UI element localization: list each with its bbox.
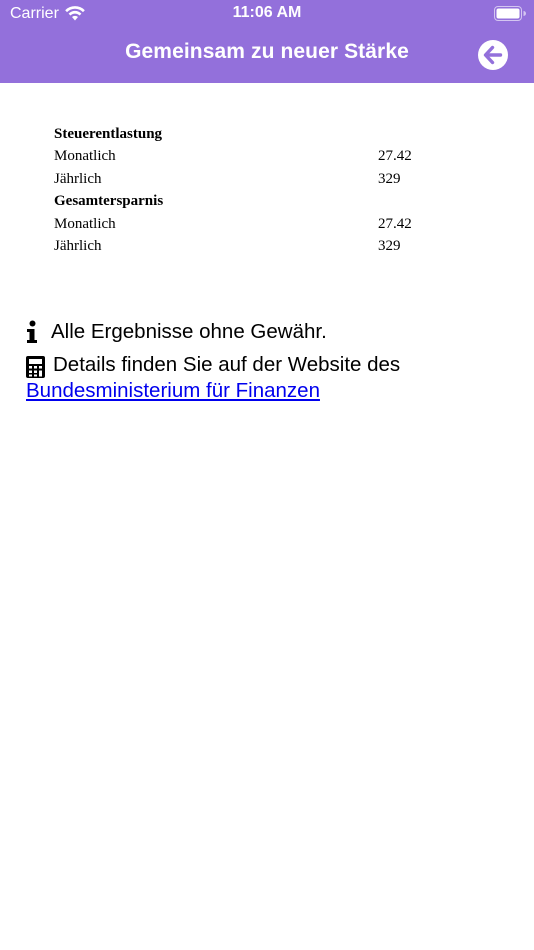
section-title: Gesamtersparnis	[54, 193, 164, 210]
section-title: Steuerentlastung	[54, 126, 163, 142]
section-header-row: Steuerentlastung	[54, 123, 434, 145]
clock: 11:06 AM	[232, 4, 302, 21]
battery-icon	[494, 6, 526, 21]
calculator-icon	[26, 356, 45, 378]
row-value: 329	[378, 170, 401, 187]
status-bar: Carrier 11:06 AM	[0, 0, 534, 28]
disclaimer-line: Alle Ergebnisse ohne Gewähr.	[26, 318, 516, 352]
info-section: Alle Ergebnisse ohne Gewähr. Details fin…	[26, 318, 516, 404]
table-row: Monatlich 27.42	[54, 213, 434, 235]
details-text: Details finden Sie auf der Website des	[53, 353, 401, 376]
row-value: 329	[378, 237, 401, 254]
row-value: 27.42	[378, 215, 412, 232]
disclaimer-text: Alle Ergebnisse ohne Gewähr.	[51, 320, 327, 343]
row-label: Jährlich	[54, 170, 102, 187]
info-icon	[27, 320, 37, 343]
section-header-row: Gesamtersparnis	[54, 190, 434, 212]
row-label: Monatlich	[54, 215, 116, 232]
navigation-header: Carrier 11:06 AM Gemeinsam zu neuer Stär…	[0, 0, 534, 83]
finance-ministry-link[interactable]: Bundesministerium für Finanzen	[26, 379, 320, 402]
results-table: Steuerentlastung Monatlich 27.42 Jährlic…	[54, 123, 434, 257]
back-button[interactable]	[478, 40, 508, 70]
page-title: Gemeinsam zu neuer Stärke	[125, 40, 409, 63]
table-row: Monatlich 27.42	[54, 145, 434, 167]
details-line: Details finden Sie auf der Website des B…	[26, 352, 516, 404]
table-row: Jährlich 329	[54, 168, 434, 190]
row-label: Monatlich	[54, 148, 116, 165]
table-row: Jährlich 329	[54, 235, 434, 257]
row-label: Jährlich	[54, 237, 102, 254]
row-value: 27.42	[378, 148, 412, 165]
arrow-left-circle-icon	[483, 45, 503, 65]
